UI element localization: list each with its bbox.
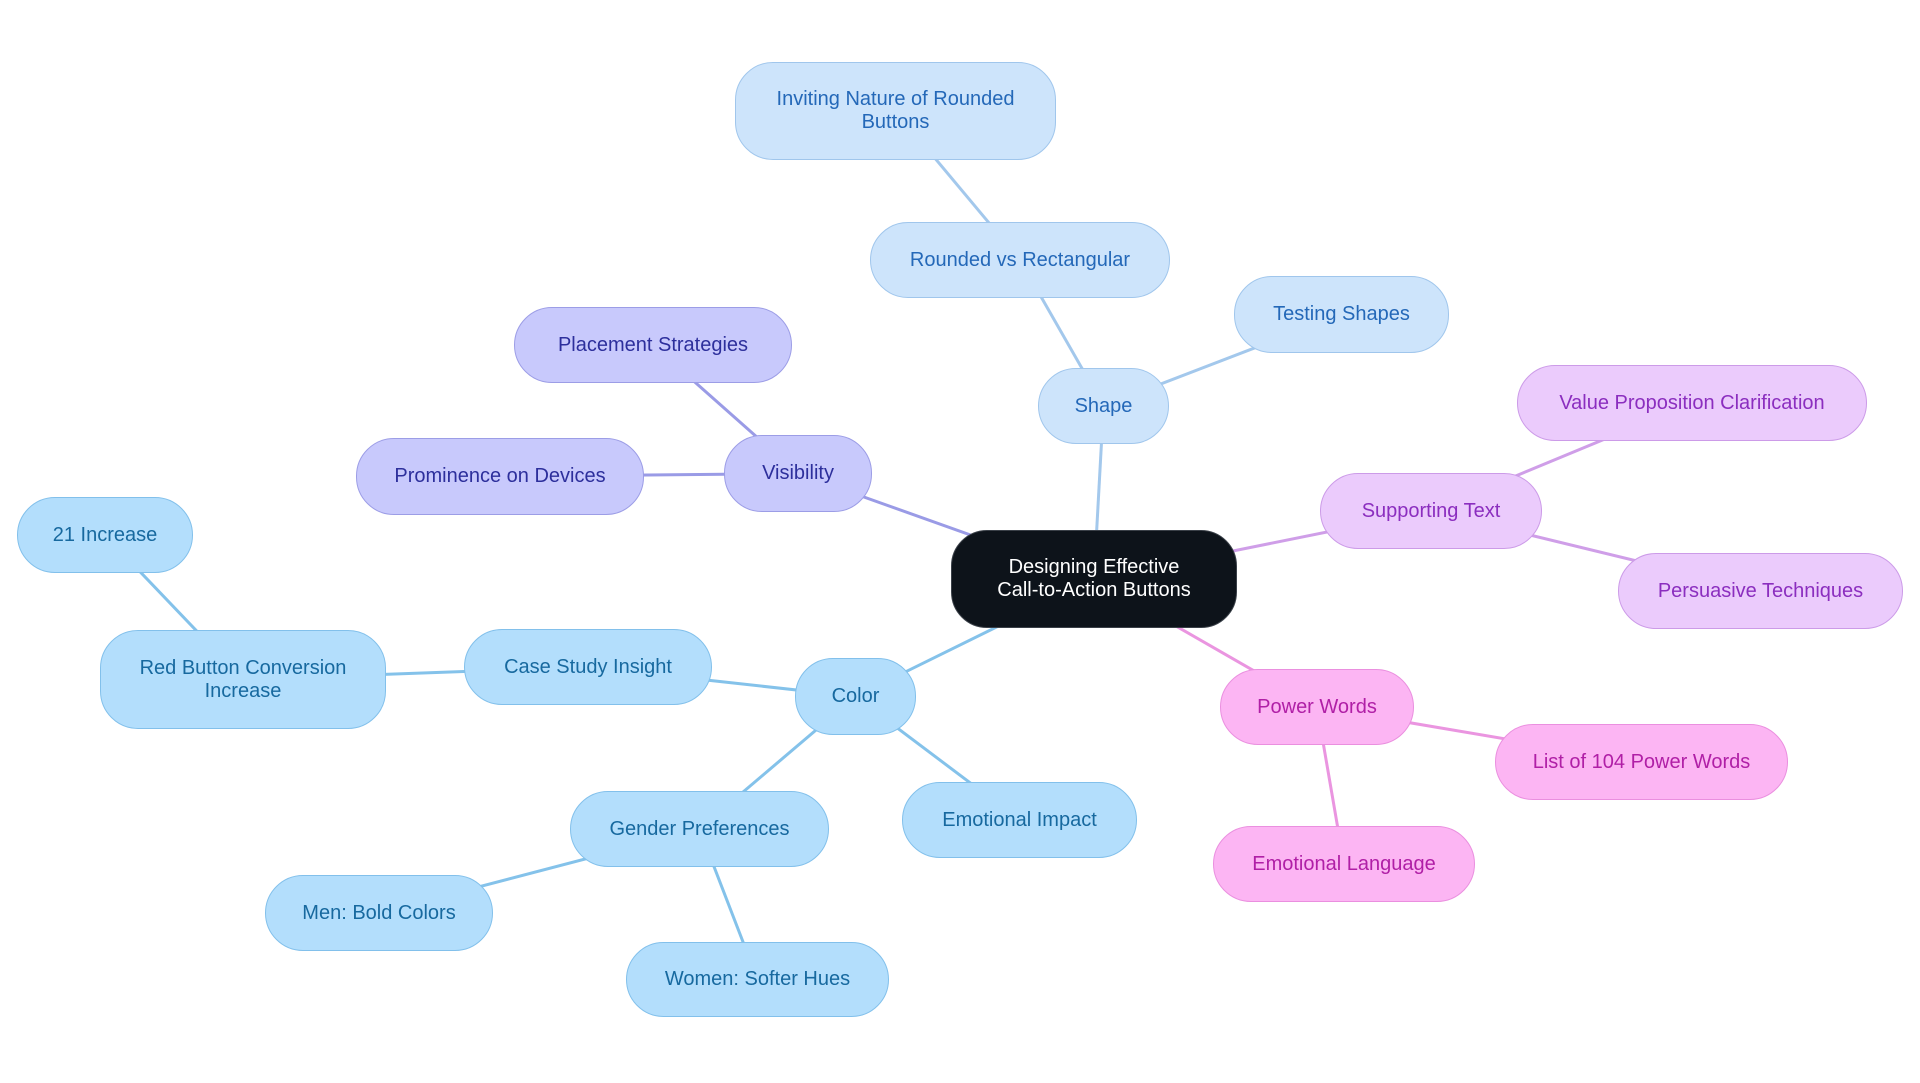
node-case-study-insight[interactable]: Case Study Insight <box>464 629 712 705</box>
node-emotional-impact[interactable]: Emotional Impact <box>902 782 1137 858</box>
node-value-proposition[interactable]: Value Proposition Clarification <box>1517 365 1867 441</box>
node-color[interactable]: Color <box>795 658 916 735</box>
node-supporting-text[interactable]: Supporting Text <box>1320 473 1542 549</box>
root-node[interactable]: Designing Effective Call-to-Action Butto… <box>951 530 1237 628</box>
node-prominence-on-devices[interactable]: Prominence on Devices <box>356 438 644 515</box>
node-persuasive-techniques[interactable]: Persuasive Techniques <box>1618 553 1903 629</box>
node-shape[interactable]: Shape <box>1038 368 1169 444</box>
node-emotional-language[interactable]: Emotional Language <box>1213 826 1475 902</box>
node-men-bold-colors[interactable]: Men: Bold Colors <box>265 875 493 951</box>
node-21-increase[interactable]: 21 Increase <box>17 497 193 573</box>
node-power-words[interactable]: Power Words <box>1220 669 1414 745</box>
node-list-104-power-words[interactable]: List of 104 Power Words <box>1495 724 1788 800</box>
node-rounded-vs-rectangular[interactable]: Rounded vs Rectangular <box>870 222 1170 298</box>
node-women-softer-hues[interactable]: Women: Softer Hues <box>626 942 889 1017</box>
node-testing-shapes[interactable]: Testing Shapes <box>1234 276 1449 353</box>
node-gender-preferences[interactable]: Gender Preferences <box>570 791 829 867</box>
node-inviting-nature[interactable]: Inviting Nature of Rounded Buttons <box>735 62 1056 160</box>
node-red-button-conversion[interactable]: Red Button Conversion Increase <box>100 630 386 729</box>
node-visibility[interactable]: Visibility <box>724 435 872 512</box>
node-placement-strategies[interactable]: Placement Strategies <box>514 307 792 383</box>
